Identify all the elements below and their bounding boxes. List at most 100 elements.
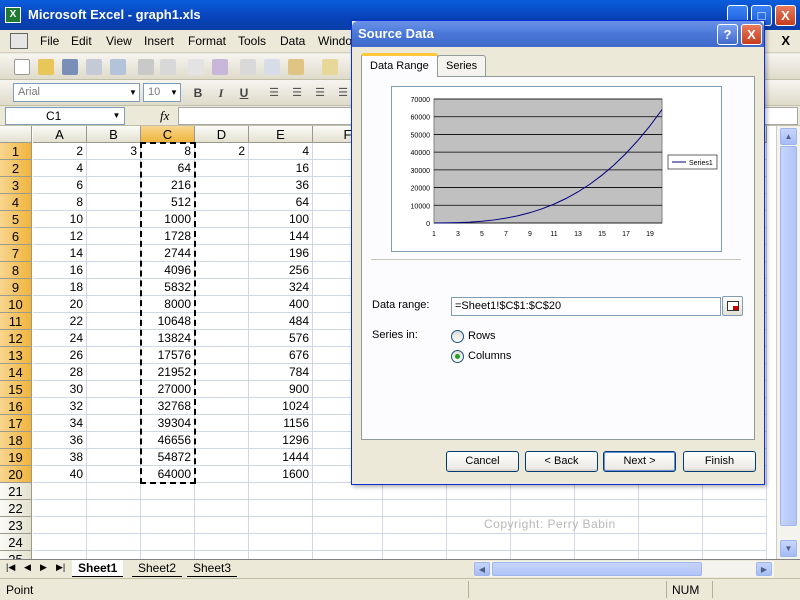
cell-b23[interactable] xyxy=(87,517,141,534)
cell-c25[interactable] xyxy=(141,551,195,559)
menu-edit[interactable]: Edit xyxy=(71,34,92,48)
cell-b15[interactable] xyxy=(87,381,141,398)
cell-e20[interactable]: 1600 xyxy=(249,466,313,483)
cell-c9[interactable]: 5832 xyxy=(141,279,195,296)
cell[interactable] xyxy=(639,483,703,500)
cell-a6[interactable]: 12 xyxy=(33,228,87,245)
cell[interactable] xyxy=(383,483,447,500)
font-size-select[interactable]: 10 ▼ xyxy=(143,83,181,102)
cell-b8[interactable] xyxy=(87,262,141,279)
cell-c14[interactable]: 21952 xyxy=(141,364,195,381)
cell-b12[interactable] xyxy=(87,330,141,347)
cell-c1[interactable]: 8 xyxy=(141,143,195,160)
cell-e14[interactable]: 784 xyxy=(249,364,313,381)
cell-a12[interactable]: 24 xyxy=(33,330,87,347)
align-left-icon[interactable]: ☰ xyxy=(266,85,282,101)
sheet-tab-sheet2[interactable]: Sheet2 xyxy=(132,560,183,577)
cell-d10[interactable] xyxy=(195,296,249,313)
cell-c5[interactable]: 1000 xyxy=(141,211,195,228)
copy-icon[interactable] xyxy=(264,59,280,75)
cell[interactable] xyxy=(703,534,767,551)
cell-f23[interactable] xyxy=(313,517,383,534)
cell-d11[interactable] xyxy=(195,313,249,330)
cell-c11[interactable]: 10648 xyxy=(141,313,195,330)
cell-c12[interactable]: 13824 xyxy=(141,330,195,347)
cell[interactable] xyxy=(383,517,447,534)
row-header[interactable]: 11 xyxy=(0,313,32,330)
cell-b2[interactable] xyxy=(87,160,141,177)
cell-e17[interactable]: 1156 xyxy=(249,415,313,432)
menu-view[interactable]: View xyxy=(106,34,132,48)
column-header-b[interactable]: B xyxy=(87,126,141,143)
columns-radio[interactable] xyxy=(451,350,464,363)
format-painter-icon[interactable] xyxy=(322,59,338,75)
cell-d25[interactable] xyxy=(195,551,249,559)
cell-d24[interactable] xyxy=(195,534,249,551)
row-header[interactable]: 3 xyxy=(0,177,32,194)
row-header[interactable]: 2 xyxy=(0,160,32,177)
cell-a24[interactable] xyxy=(33,534,87,551)
cell-b5[interactable] xyxy=(87,211,141,228)
columns-radio-label[interactable]: Columns xyxy=(468,350,511,362)
row-header[interactable]: 16 xyxy=(0,398,32,415)
cell-d15[interactable] xyxy=(195,381,249,398)
print-preview-icon[interactable] xyxy=(160,59,176,75)
cell-e24[interactable] xyxy=(249,534,313,551)
cell-b24[interactable] xyxy=(87,534,141,551)
scroll-up-arrow-icon[interactable]: ▲ xyxy=(780,128,797,145)
cell-d4[interactable] xyxy=(195,194,249,211)
cell-b10[interactable] xyxy=(87,296,141,313)
data-range-input[interactable]: =Sheet1!$C$1:$C$20 xyxy=(451,297,721,316)
cell-e22[interactable] xyxy=(249,500,313,517)
cell-f24[interactable] xyxy=(313,534,383,551)
next-button[interactable]: Next > xyxy=(603,451,676,472)
cell[interactable] xyxy=(639,551,703,559)
menu-insert[interactable]: Insert xyxy=(144,34,174,48)
cell-d1[interactable]: 2 xyxy=(195,143,249,160)
cell-a25[interactable] xyxy=(33,551,87,559)
cell-d2[interactable] xyxy=(195,160,249,177)
cell-e1[interactable]: 4 xyxy=(249,143,313,160)
cell-a19[interactable]: 38 xyxy=(33,449,87,466)
workbook-close-icon[interactable]: X xyxy=(781,33,790,48)
row-header[interactable]: 1 xyxy=(0,143,32,160)
cell-d3[interactable] xyxy=(195,177,249,194)
merge-center-icon[interactable]: ☰ xyxy=(335,85,351,101)
cell-b19[interactable] xyxy=(87,449,141,466)
column-header-e[interactable]: E xyxy=(249,126,313,143)
cell-d5[interactable] xyxy=(195,211,249,228)
cell[interactable] xyxy=(447,551,511,559)
research-icon[interactable] xyxy=(212,59,228,75)
cell-e9[interactable]: 324 xyxy=(249,279,313,296)
cell-e15[interactable]: 900 xyxy=(249,381,313,398)
cell-e5[interactable]: 100 xyxy=(249,211,313,228)
cell-e2[interactable]: 16 xyxy=(249,160,313,177)
cell-e4[interactable]: 64 xyxy=(249,194,313,211)
cell-c20[interactable]: 64000 xyxy=(141,466,195,483)
italic-button[interactable]: I xyxy=(213,85,229,101)
cell-d21[interactable] xyxy=(195,483,249,500)
cell-d20[interactable] xyxy=(195,466,249,483)
cell[interactable] xyxy=(575,534,639,551)
cell-d19[interactable] xyxy=(195,449,249,466)
dialog-title-bar[interactable]: Source Data ? X xyxy=(352,21,764,47)
cell[interactable] xyxy=(511,500,575,517)
cell-c17[interactable]: 39304 xyxy=(141,415,195,432)
cell-d22[interactable] xyxy=(195,500,249,517)
cell[interactable] xyxy=(575,483,639,500)
spelling-icon[interactable] xyxy=(188,59,204,75)
cell-b13[interactable] xyxy=(87,347,141,364)
cell-c7[interactable]: 2744 xyxy=(141,245,195,262)
sheet-tab-sheet1[interactable]: Sheet1 xyxy=(72,560,124,577)
cell-e25[interactable] xyxy=(249,551,313,559)
cell-e8[interactable]: 256 xyxy=(249,262,313,279)
cell[interactable] xyxy=(447,500,511,517)
row-header[interactable]: 10 xyxy=(0,296,32,313)
cell-a5[interactable]: 10 xyxy=(33,211,87,228)
cell-a1[interactable]: 2 xyxy=(33,143,87,160)
help-button[interactable]: ? xyxy=(717,24,738,45)
row-header[interactable]: 17 xyxy=(0,415,32,432)
row-header[interactable]: 20 xyxy=(0,466,32,483)
row-header[interactable]: 6 xyxy=(0,228,32,245)
save-icon[interactable] xyxy=(62,59,78,75)
